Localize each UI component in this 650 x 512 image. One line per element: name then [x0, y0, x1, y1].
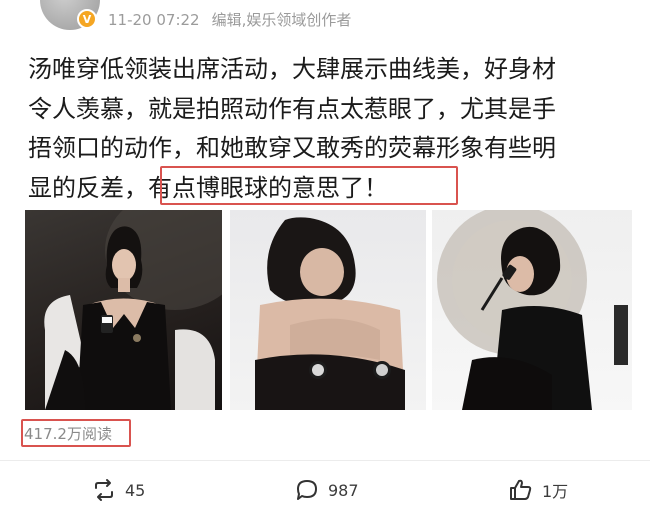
- post-text-line: 捂领口的动作，和她敢穿又敢秀的荧幕形象有些明: [28, 134, 556, 162]
- post-text-line: 令人羡慕，就是拍照动作有点太惹眼了，尤其是手: [28, 94, 556, 123]
- post-text-line: 汤唯穿低领装出席活动，大肆展示曲线美，好身材: [28, 55, 556, 83]
- post-header: V 11-20 07:22 编辑,娱乐领域创作者: [0, 0, 650, 40]
- photo-1-image: [44, 210, 222, 410]
- thumbs-up-icon: [508, 477, 534, 503]
- action-divider: [0, 460, 650, 461]
- like-count: 1万: [542, 482, 569, 501]
- post-meta: 11-20 07:22 编辑,娱乐领域创作者: [108, 9, 351, 30]
- repost-icon: [91, 477, 117, 503]
- read-count-annotation-box: [21, 419, 131, 447]
- post-text-prefix: 显的反差，: [28, 173, 148, 202]
- repost-button[interactable]: 45: [91, 475, 145, 505]
- comment-button[interactable]: 987: [294, 475, 359, 505]
- post-timestamp: 11-20 07:22: [108, 11, 200, 29]
- photo-grid: [25, 210, 632, 410]
- photo-3-image: [437, 210, 628, 410]
- photo-3[interactable]: [432, 210, 632, 410]
- author-byline[interactable]: 编辑,娱乐领域创作者: [212, 11, 352, 29]
- photo-2[interactable]: [230, 210, 426, 410]
- highlight-annotation-box: [160, 166, 458, 205]
- like-button[interactable]: 1万: [508, 475, 568, 505]
- verified-badge: V: [77, 9, 97, 29]
- photo-1[interactable]: [25, 210, 222, 410]
- repost-count: 45: [125, 480, 146, 500]
- comment-icon: [294, 477, 320, 503]
- photo-2-image: [255, 217, 405, 410]
- comment-count: 987: [328, 480, 359, 500]
